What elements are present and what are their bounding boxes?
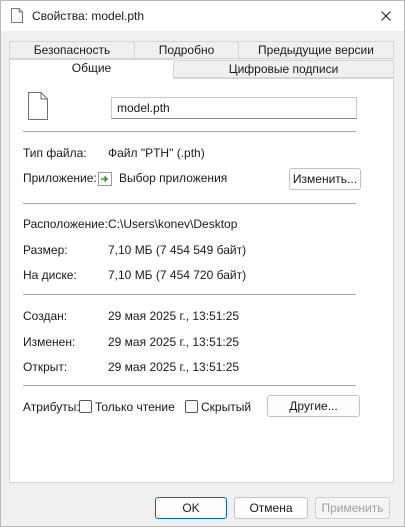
properties-dialog: Свойства: model.pth Безопасность Подробн… — [0, 0, 405, 527]
tab-general[interactable]: Общие — [9, 59, 174, 79]
size-on-disk-label: На диске: — [23, 268, 77, 282]
size-label: Размер: — [23, 243, 68, 257]
file-icon — [28, 92, 48, 120]
attributes-label: Атрибуты: — [23, 400, 80, 414]
dialog-footer: OK Отмена Применить — [1, 483, 404, 526]
created-value: 29 мая 2025 г., 13:51:25 — [108, 309, 240, 323]
readonly-checkbox[interactable] — [79, 400, 92, 413]
close-button[interactable] — [372, 3, 400, 29]
size-value: 7,10 МБ (7 454 549 байт) — [108, 243, 247, 257]
divider — [23, 385, 356, 386]
tab-strip: Безопасность Подробно Предыдущие версии … — [1, 31, 404, 79]
file-type-label: Тип файла: — [23, 146, 87, 160]
size-on-disk-value: 7,10 МБ (7 454 720 байт) — [108, 268, 247, 282]
file-icon — [11, 8, 23, 23]
cancel-button[interactable]: Отмена — [234, 497, 308, 519]
tab-details[interactable]: Подробно — [134, 41, 239, 59]
tab-digital-signatures[interactable]: Цифровые подписи — [173, 60, 394, 78]
location-value: C:\Users\konev\Desktop — [108, 217, 238, 231]
accessed-value: 29 мая 2025 г., 13:51:25 — [108, 360, 240, 374]
created-label: Создан: — [23, 309, 68, 323]
general-tab-panel: Тип файла: Файл "PTH" (.pth) Приложение:… — [9, 78, 394, 483]
file-name-input[interactable] — [111, 97, 357, 119]
tab-security[interactable]: Безопасность — [9, 41, 135, 59]
advanced-attributes-button[interactable]: Другие... — [267, 395, 360, 417]
divider — [23, 203, 356, 204]
apply-button[interactable]: Применить — [315, 497, 390, 519]
opens-with-label: Приложение: — [23, 171, 97, 185]
accessed-label: Открыт: — [23, 360, 68, 374]
modified-label: Изменен: — [23, 335, 76, 349]
opens-with-value: Выбор приложения — [119, 171, 228, 185]
title-bar[interactable]: Свойства: model.pth — [1, 1, 404, 31]
window-title: Свойства: model.pth — [32, 9, 145, 23]
change-app-button[interactable]: Изменить... — [289, 168, 361, 190]
file-type-value: Файл "PTH" (.pth) — [108, 146, 205, 160]
hidden-checkbox[interactable] — [185, 400, 198, 413]
open-with-app-icon — [98, 172, 112, 186]
ok-button[interactable]: OK — [155, 497, 227, 519]
readonly-label[interactable]: Только чтение — [95, 400, 175, 414]
location-label: Расположение: — [23, 217, 108, 231]
modified-value: 29 мая 2025 г., 13:51:25 — [108, 335, 240, 349]
close-icon — [381, 11, 391, 21]
hidden-label[interactable]: Скрытый — [201, 400, 251, 414]
divider — [23, 131, 356, 132]
tab-previous-versions[interactable]: Предыдущие версии — [238, 41, 394, 59]
divider — [23, 294, 356, 295]
